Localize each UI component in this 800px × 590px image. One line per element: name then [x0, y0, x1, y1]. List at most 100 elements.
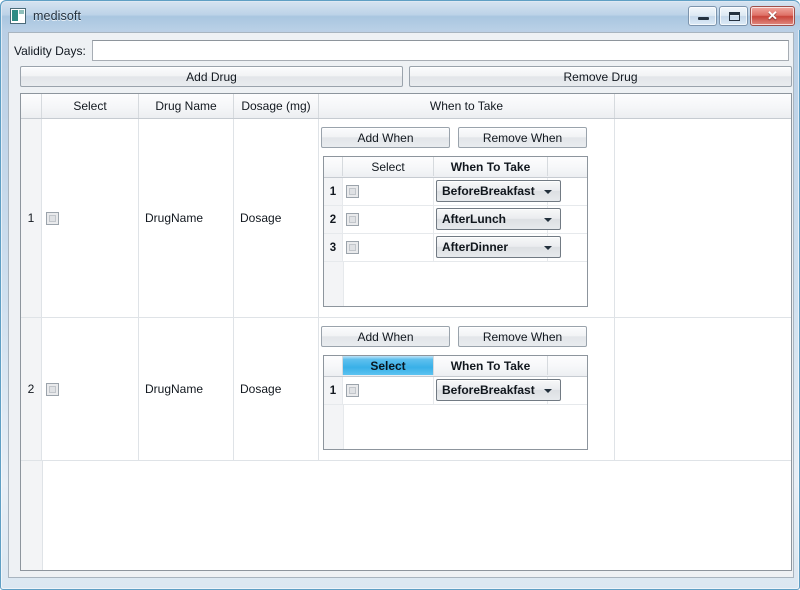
drug-grid-body-filler [43, 461, 791, 570]
when-grid-header-row: Select When To Take [324, 157, 587, 178]
when-grid-body-filler [344, 405, 587, 449]
minimize-icon [698, 17, 709, 20]
when-row-select-cell[interactable] [343, 377, 434, 404]
when-buttons: Add When Remove When [321, 127, 614, 148]
remove-drug-label: Remove Drug [563, 69, 638, 84]
header-when-to-take[interactable]: When to Take [319, 94, 615, 118]
when-header-gutter [324, 356, 343, 375]
when-row-select-cell[interactable] [343, 206, 434, 233]
when-grid-empty-space [324, 405, 587, 449]
when-row-value-cell[interactable]: BeforeBreakfast [434, 377, 561, 404]
validity-days-label: Validity Days: [14, 43, 86, 58]
list-item[interactable]: 2 AfterLunch [324, 206, 587, 234]
add-drug-button[interactable]: Add Drug [20, 66, 403, 87]
close-button[interactable]: ✕ [750, 6, 795, 26]
row-number: 1 [21, 119, 42, 317]
close-icon: ✕ [767, 8, 778, 23]
when-grid[interactable]: Select When To Take 1 [323, 156, 588, 307]
when-header-when-to-take[interactable]: When To Take [434, 157, 548, 176]
when-to-take-dropdown-value: AfterLunch [442, 212, 506, 226]
when-header-pad [548, 157, 587, 176]
list-item[interactable]: 1 BeforeBreakfast [324, 377, 587, 405]
when-row-select-checkbox[interactable] [346, 185, 359, 198]
drug-grid-empty-space [21, 461, 791, 570]
row-dosage[interactable]: Dosage [234, 119, 319, 317]
header-drug-name[interactable]: Drug Name [139, 94, 234, 118]
when-row-number: 2 [324, 206, 343, 233]
when-row-select-checkbox[interactable] [346, 241, 359, 254]
remove-drug-button[interactable]: Remove Drug [409, 66, 792, 87]
when-row-select-cell[interactable] [343, 178, 434, 205]
row-pad [615, 318, 791, 460]
add-drug-label: Add Drug [186, 69, 237, 84]
row-drug-name[interactable]: DrugName [139, 318, 234, 460]
when-to-take-dropdown-value: BeforeBreakfast [442, 383, 535, 397]
when-header-select[interactable]: Select [343, 157, 434, 176]
client-area: Validity Days: Add Drug Remove Drug Sele… [8, 32, 794, 578]
when-header-when-to-take[interactable]: When To Take [434, 356, 548, 375]
when-row-select-cell[interactable] [343, 234, 434, 261]
when-to-take-dropdown[interactable]: BeforeBreakfast [436, 379, 561, 401]
row-select-cell[interactable] [42, 119, 139, 317]
when-to-take-dropdown-value: BeforeBreakfast [442, 184, 535, 198]
title-bar[interactable]: medisoft ✕ [2, 2, 800, 30]
when-header-gutter [324, 157, 343, 176]
when-header-select[interactable]: Select [343, 356, 434, 375]
when-row-value-cell[interactable]: AfterLunch [434, 206, 561, 233]
header-pad [615, 94, 791, 118]
when-row-number: 3 [324, 234, 343, 261]
when-grid-empty-space [324, 262, 587, 306]
remove-when-button[interactable]: Remove When [458, 127, 587, 148]
when-buttons: Add When Remove When [321, 326, 614, 347]
when-row-value-cell[interactable]: BeforeBreakfast [434, 178, 561, 205]
caption-buttons: ✕ [688, 6, 795, 26]
when-to-take-dropdown[interactable]: AfterDinner [436, 236, 561, 258]
maximize-icon [729, 12, 740, 21]
row-dosage[interactable]: Dosage [234, 318, 319, 460]
row-when-to-take-cell: Add When Remove When Select When To Take… [319, 318, 615, 460]
add-when-button[interactable]: Add When [321, 127, 450, 148]
remove-when-label: Remove When [482, 329, 563, 344]
when-to-take-dropdown[interactable]: BeforeBreakfast [436, 180, 561, 202]
chevron-down-icon [544, 218, 552, 222]
row-select-checkbox[interactable] [46, 382, 59, 396]
remove-when-button[interactable]: Remove When [458, 326, 587, 347]
maximize-button[interactable] [719, 6, 748, 26]
row-drug-name[interactable]: DrugName [139, 119, 234, 317]
when-panel: Add When Remove When Select When To Take… [319, 119, 614, 317]
table-row[interactable]: 1 DrugName Dosage Add When Remove When S… [21, 119, 791, 318]
when-grid-header-row: Select When To Take [324, 356, 587, 377]
list-item[interactable]: 1 BeforeBreakfast [324, 178, 587, 206]
when-grid-gutter-filler [324, 405, 344, 449]
header-gutter [21, 94, 42, 118]
when-panel: Add When Remove When Select When To Take… [319, 318, 614, 460]
header-dosage[interactable]: Dosage (mg) [234, 94, 319, 118]
validity-days-input[interactable] [91, 40, 789, 61]
drug-grid[interactable]: Select Drug Name Dosage (mg) When to Tak… [20, 93, 792, 571]
row-pad [615, 119, 791, 317]
when-panel-spacer [321, 307, 614, 317]
minimize-button[interactable] [688, 6, 717, 26]
add-when-button[interactable]: Add When [321, 326, 450, 347]
when-row-number: 1 [324, 377, 343, 404]
window-title: medisoft [33, 9, 82, 23]
row-select-checkbox[interactable] [46, 211, 59, 225]
when-row-select-checkbox[interactable] [346, 213, 359, 226]
when-panel-spacer [321, 450, 614, 460]
when-row-value-cell[interactable]: AfterDinner [434, 234, 561, 261]
add-when-label: Add When [357, 130, 414, 145]
when-row-select-checkbox[interactable] [346, 384, 359, 397]
app-window-icon [10, 8, 26, 24]
chevron-down-icon [544, 246, 552, 250]
chevron-down-icon [544, 389, 552, 393]
row-select-cell[interactable] [42, 318, 139, 460]
drug-grid-gutter-filler [21, 461, 43, 570]
when-grid[interactable]: Select When To Take 1 [323, 355, 588, 450]
header-select[interactable]: Select [42, 94, 139, 118]
remove-when-label: Remove When [482, 130, 563, 145]
table-row[interactable]: 2 DrugName Dosage Add When Remove When S… [21, 318, 791, 461]
when-to-take-dropdown[interactable]: AfterLunch [436, 208, 561, 230]
drug-grid-body: 1 DrugName Dosage Add When Remove When S… [21, 119, 791, 570]
list-item[interactable]: 3 AfterDinner [324, 234, 587, 262]
validity-row: Validity Days: [14, 40, 789, 61]
